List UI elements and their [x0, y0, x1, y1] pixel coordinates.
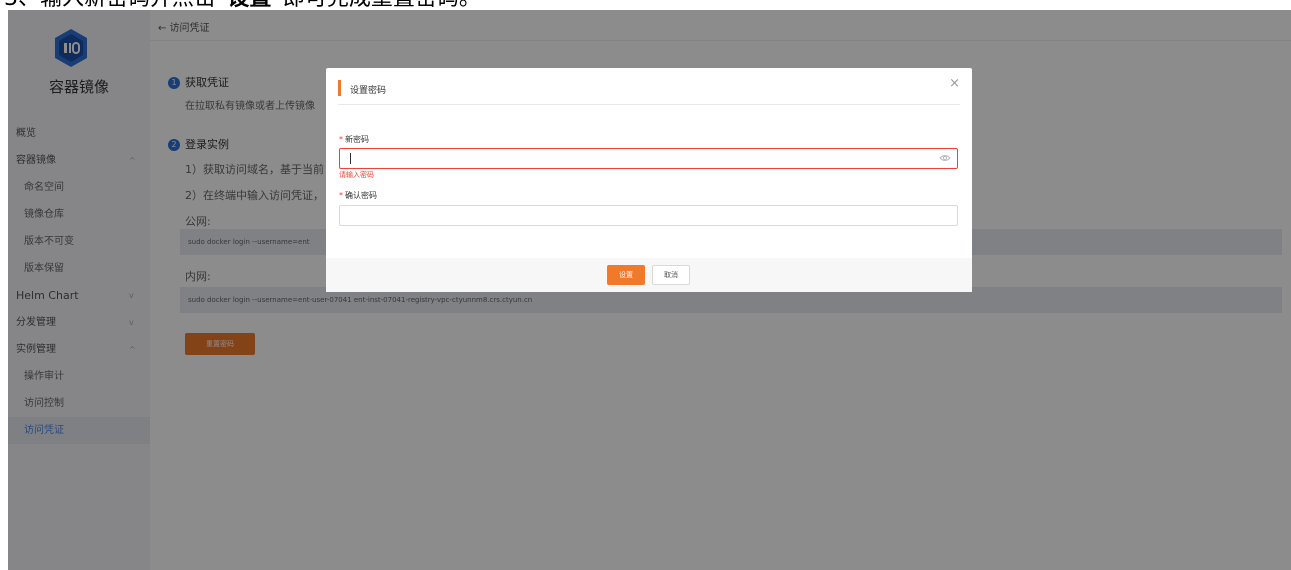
dialog-title: 设置密码	[350, 86, 387, 96]
required-mark: *	[339, 135, 343, 144]
new-password-label-text: 新密码	[345, 135, 369, 144]
new-password-label: * 新密码	[339, 134, 369, 145]
app-shell: 容器镜像 概览 容器镜像 ^ 命名空间 镜像仓库 版本不可变 版本保留 Helm …	[8, 10, 1291, 570]
dialog-footer: 设置 取消	[326, 258, 972, 292]
caption-bold: 设置	[227, 0, 272, 10]
instruction-caption: 3、输入新密码并点击“设置”即可完成重置密码。	[0, 0, 1291, 10]
text-caret	[350, 153, 351, 164]
eye-icon[interactable]	[939, 152, 951, 164]
caption-prefix: 3、输入新密码并点击“	[4, 0, 227, 10]
set-button[interactable]: 设置	[607, 265, 645, 285]
cancel-button[interactable]: 取消	[652, 265, 690, 285]
confirm-password-field[interactable]	[339, 205, 958, 226]
required-mark: *	[339, 191, 343, 200]
confirm-password-label: * 确认密码	[339, 190, 377, 201]
dialog-header: 设置密码 ×	[338, 68, 960, 105]
caption-suffix: ”即可完成重置密码。	[271, 0, 480, 10]
confirm-password-label-text: 确认密码	[345, 191, 377, 200]
set-password-dialog: 设置密码 × * 新密码 请输入密码 * 确认密码 设置 取消	[326, 68, 972, 292]
new-password-error: 请输入密码	[339, 171, 374, 179]
new-password-field[interactable]	[339, 148, 958, 169]
close-icon[interactable]: ×	[949, 76, 960, 92]
title-accent-bar	[338, 80, 341, 96]
